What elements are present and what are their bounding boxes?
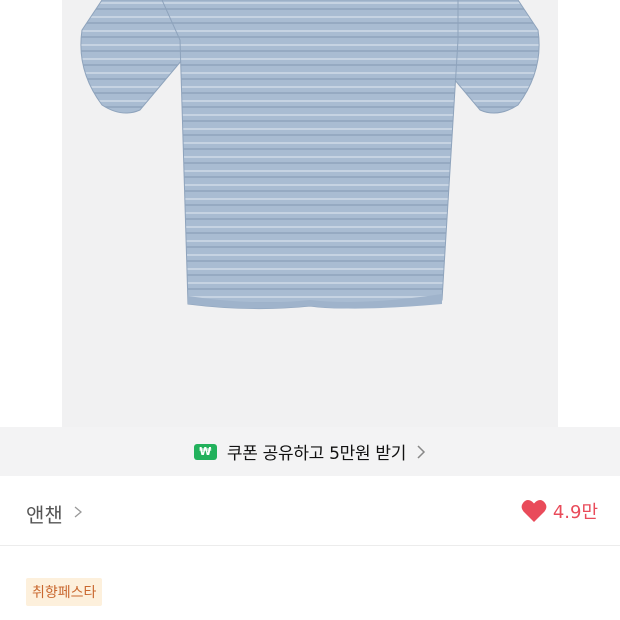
like-count: 4.9만 (552, 502, 598, 523)
seller-name-link[interactable]: 앤챈 (26, 499, 63, 528)
chevron-right-icon (417, 444, 426, 459)
shirt-illustration (80, 0, 540, 310)
won-icon: ₩ (193, 443, 217, 460)
product-detail-page: ₩ 쿠폰 공유하고 5만원 받기 앤챈 4.9만 취향페스타 (0, 0, 620, 620)
product-image[interactable] (62, 0, 558, 427)
coupon-banner-text: 쿠폰 공유하고 5만원 받기 (226, 444, 407, 464)
heart-icon (521, 500, 547, 522)
like-button[interactable]: 4.9만 (521, 498, 598, 524)
chevron-right-icon[interactable] (74, 506, 82, 518)
coupon-share-banner[interactable]: ₩ 쿠폰 공유하고 5만원 받기 (0, 427, 620, 476)
event-tag[interactable]: 취향페스타 (26, 578, 103, 606)
seller-row: 앤챈 4.9만 (0, 476, 620, 546)
